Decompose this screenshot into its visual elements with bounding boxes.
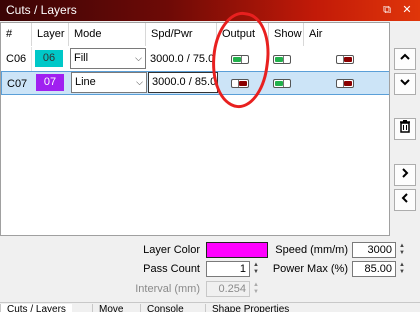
move-left-button[interactable] xyxy=(394,189,416,211)
tab-cuts-layers[interactable]: Cuts / Layers xyxy=(0,304,72,312)
speed-power-value[interactable]: 3000.0 / 75.0 xyxy=(147,47,217,71)
chevron-down-icon xyxy=(400,79,410,86)
interval-input: 0.254 xyxy=(206,281,250,297)
chevron-up-icon xyxy=(400,53,410,60)
chevron-right-icon xyxy=(402,168,409,178)
speed-label: Speed (mm/m) xyxy=(275,244,348,256)
move-right-button[interactable] xyxy=(394,164,416,186)
col-header-num[interactable]: # xyxy=(1,23,32,46)
pass-count-spinner-arrows[interactable]: ▲ ▼ xyxy=(252,262,260,276)
pass-count-label: Pass Count xyxy=(143,263,200,275)
air-toggle[interactable] xyxy=(336,79,354,88)
move-down-button[interactable] xyxy=(394,73,416,95)
row-num: C07 xyxy=(7,78,28,90)
close-icon[interactable]: ✕ xyxy=(399,2,415,18)
chevron-left-icon xyxy=(401,193,408,203)
restore-icon[interactable]: ⧉ xyxy=(379,2,395,18)
mode-select[interactable]: Line ⌵ xyxy=(71,72,147,93)
mode-select[interactable]: Fill ⌵ xyxy=(70,48,146,69)
tab-console[interactable]: Console xyxy=(140,304,190,312)
interval-label: Interval (mm) xyxy=(135,283,200,295)
tab-move[interactable]: Move xyxy=(92,304,129,312)
power-max-input[interactable]: 85.00 xyxy=(352,261,396,277)
panel-tabs: Cuts / Layers Move Console Shape Propert… xyxy=(0,302,420,312)
col-header-show[interactable]: Show xyxy=(269,23,304,46)
speed-power-value[interactable]: 3000.0 / 85.0 xyxy=(148,72,218,93)
trash-icon xyxy=(400,120,410,133)
mode-value: Fill xyxy=(74,52,89,64)
window-title: Cuts / Layers xyxy=(6,3,77,17)
show-toggle[interactable] xyxy=(273,79,291,88)
layer-swatch[interactable]: 06 xyxy=(35,50,63,67)
move-up-button[interactable] xyxy=(394,48,416,70)
power-max-spinner-arrows[interactable]: ▲ ▼ xyxy=(398,262,406,276)
mode-value: Line xyxy=(75,76,96,88)
delete-layer-button[interactable] xyxy=(394,118,416,140)
speed-input[interactable]: 3000 xyxy=(352,242,396,258)
chevron-down-icon: ⌵ xyxy=(136,77,143,87)
chevron-down-icon: ⌵ xyxy=(135,53,142,63)
power-max-label: Power Max (%) xyxy=(272,263,348,275)
layer-color-label: Layer Color xyxy=(143,244,200,256)
layer-row-selected[interactable]: C07 07 Line ⌵ 3000.0 / 85.0 xyxy=(1,71,389,95)
air-toggle[interactable] xyxy=(336,55,354,64)
col-header-spdpwr[interactable]: Spd/Pwr xyxy=(146,23,217,46)
pass-count-input[interactable]: 1 xyxy=(206,261,250,277)
col-header-mode[interactable]: Mode xyxy=(69,23,146,46)
layer-properties-panel: Layer Color Speed (mm/m) 3000 ▲ ▼ Pass Co… xyxy=(0,237,420,302)
window-titlebar: Cuts / Layers ⧉ ✕ xyxy=(0,0,420,21)
layer-swatch[interactable]: 07 xyxy=(36,74,64,91)
col-header-layer[interactable]: Layer xyxy=(32,23,69,46)
row-num: C06 xyxy=(1,47,32,71)
interval-spinner-arrows: ▲ ▼ xyxy=(253,282,259,295)
layer-row[interactable]: C06 06 Fill ⌵ 3000.0 / 75.0 xyxy=(1,47,389,71)
grid-header: # Layer Mode Spd/Pwr Output Show Air xyxy=(1,23,389,46)
layer-color-swatch[interactable] xyxy=(206,242,268,258)
tab-shape-properties[interactable]: Shape Properties xyxy=(205,304,295,312)
col-header-air[interactable]: Air xyxy=(304,23,389,46)
layers-grid: # Layer Mode Spd/Pwr Output Show Air C06… xyxy=(0,22,390,236)
show-toggle[interactable] xyxy=(273,55,291,64)
speed-spinner-arrows[interactable]: ▲ ▼ xyxy=(398,243,406,257)
